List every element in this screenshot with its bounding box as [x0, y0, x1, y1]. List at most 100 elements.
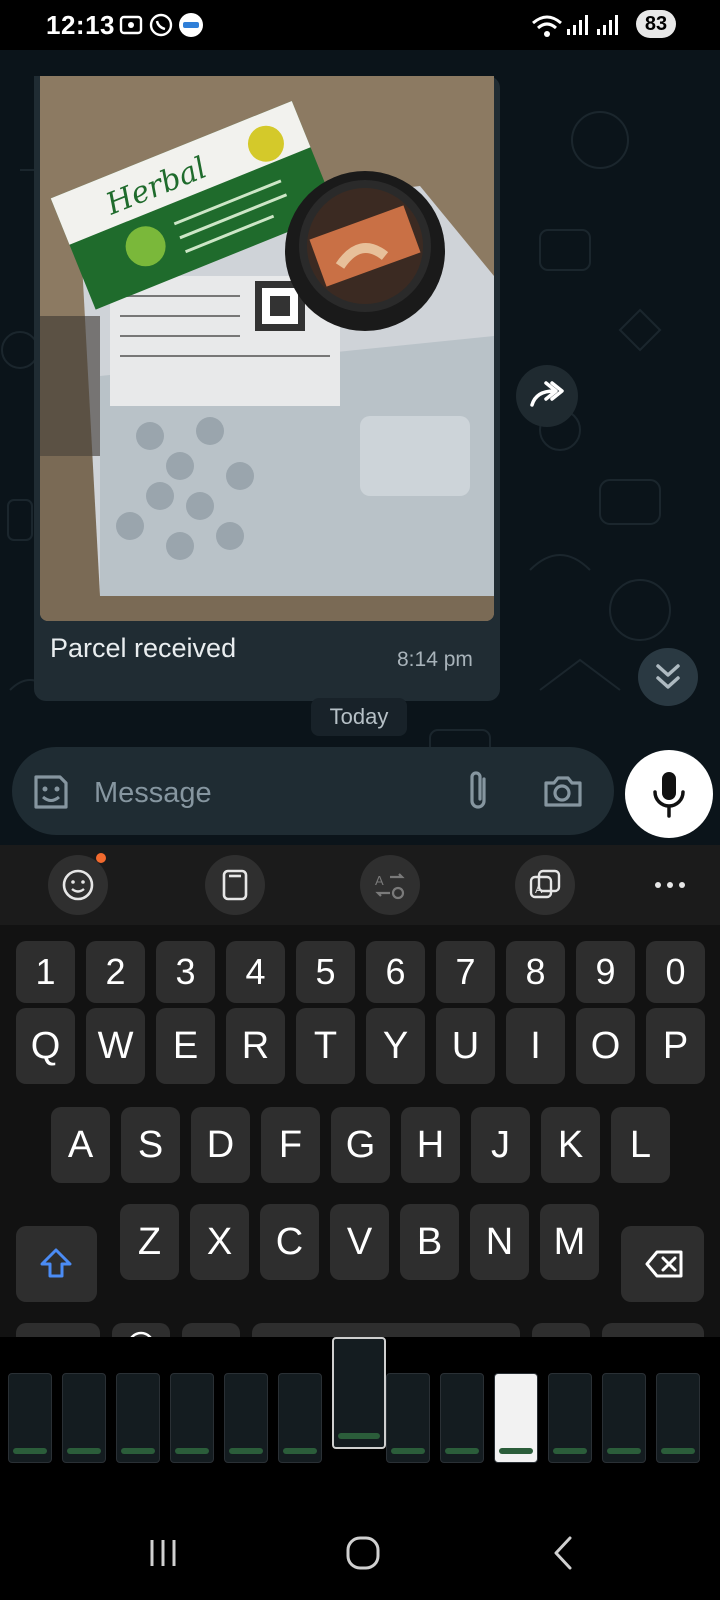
status-bar: 12:13 83: [0, 0, 720, 50]
scroll-down-button[interactable]: [638, 648, 698, 706]
message-caption: Parcel received: [50, 633, 237, 663]
key-4[interactable]: 4: [226, 941, 285, 1003]
chat-area[interactable]: Herbal Parcel received 8:14 pm Today: [0, 50, 720, 845]
voice-message-button[interactable]: [625, 750, 713, 838]
clock: 12:13: [46, 10, 115, 40]
back-icon[interactable]: [540, 1530, 586, 1576]
key-l[interactable]: L: [611, 1107, 670, 1183]
key-m[interactable]: M: [540, 1204, 599, 1280]
key-7[interactable]: 7: [436, 941, 495, 1003]
key-s[interactable]: S: [121, 1107, 180, 1183]
key-2[interactable]: 2: [86, 941, 145, 1003]
clipboard-icon: [222, 869, 248, 901]
key-i[interactable]: I: [506, 1008, 565, 1084]
key-n[interactable]: N: [470, 1204, 529, 1280]
thumbnail-composer-bar: [445, 1448, 479, 1454]
forward-icon: [530, 381, 564, 407]
symbols-key[interactable]: [16, 1323, 100, 1337]
camera-icon[interactable]: [540, 771, 584, 811]
key-h[interactable]: H: [401, 1107, 460, 1183]
recent-screen-thumbnail[interactable]: [332, 1337, 386, 1449]
recent-screen-thumbnail[interactable]: [170, 1373, 214, 1463]
svg-text:A: A: [535, 884, 543, 896]
key-v[interactable]: V: [330, 1204, 389, 1280]
space-key[interactable]: [252, 1323, 520, 1337]
shift-icon: [40, 1248, 72, 1278]
key-8[interactable]: 8: [506, 941, 565, 1003]
thumbnail-composer-bar: [121, 1448, 155, 1454]
key-e[interactable]: E: [156, 1008, 215, 1084]
period-key[interactable]: [532, 1323, 590, 1337]
enter-key[interactable]: [602, 1323, 704, 1337]
chevron-double-down-icon: [656, 664, 680, 689]
key-y[interactable]: Y: [366, 1008, 425, 1084]
key-j[interactable]: J: [471, 1107, 530, 1183]
key-5[interactable]: 5: [296, 941, 355, 1003]
recent-screen-thumbnail[interactable]: [386, 1373, 430, 1463]
translate-icon: A: [375, 873, 405, 900]
live-badge-icon: [179, 13, 203, 37]
recent-screen-thumbnail[interactable]: [62, 1373, 106, 1463]
sticker-icon[interactable]: [30, 771, 72, 813]
thumbnail-composer-bar: [283, 1448, 317, 1454]
message-timestamp: 8:14 pm: [397, 648, 473, 671]
date-separator: Today: [311, 698, 407, 736]
thumbnail-composer-bar: [338, 1433, 380, 1439]
recent-screen-thumbnail[interactable]: [8, 1373, 52, 1463]
recent-screen-thumbnail[interactable]: [440, 1373, 484, 1463]
key-w[interactable]: W: [86, 1008, 145, 1084]
recent-screen-thumbnail[interactable]: [494, 1373, 538, 1463]
recent-screen-thumbnail[interactable]: [278, 1373, 322, 1463]
navigation-bar: [0, 1510, 720, 1600]
message-photo[interactable]: Herbal: [40, 76, 494, 621]
recent-screen-thumbnail[interactable]: [602, 1373, 646, 1463]
thumbnail-composer-bar: [661, 1448, 695, 1454]
key-0[interactable]: 0: [646, 941, 705, 1003]
clipboard-button[interactable]: [205, 855, 265, 915]
emoji-button[interactable]: [48, 853, 108, 915]
microphone-icon: [653, 772, 685, 818]
key-o[interactable]: O: [576, 1008, 635, 1084]
home-icon[interactable]: [340, 1530, 386, 1576]
shift-key[interactable]: [16, 1226, 97, 1302]
key-1[interactable]: 1: [16, 941, 75, 1003]
key-x[interactable]: X: [190, 1204, 249, 1280]
message-input[interactable]: [92, 770, 446, 816]
notification-dot: [96, 853, 106, 863]
text-recognition-button[interactable]: A: [515, 855, 575, 915]
language-key[interactable]: [112, 1323, 170, 1337]
signal-icon: [567, 15, 588, 35]
recent-screen-thumbnail[interactable]: [116, 1373, 160, 1463]
translate-button[interactable]: A: [360, 855, 420, 915]
key-k[interactable]: K: [541, 1107, 600, 1183]
key-9[interactable]: 9: [576, 941, 635, 1003]
forward-button[interactable]: [516, 365, 578, 427]
key-u[interactable]: U: [436, 1008, 495, 1084]
key-a[interactable]: A: [51, 1107, 110, 1183]
comma-key[interactable]: [182, 1323, 240, 1337]
key-r[interactable]: R: [226, 1008, 285, 1084]
recent-screen-thumbnail[interactable]: [548, 1373, 592, 1463]
more-button[interactable]: [640, 855, 700, 915]
thumbnail-composer-bar: [391, 1448, 425, 1454]
thumbnail-composer-bar: [229, 1448, 263, 1454]
thumbnail-composer-bar: [175, 1448, 209, 1454]
attach-icon[interactable]: [460, 769, 496, 813]
key-z[interactable]: Z: [120, 1204, 179, 1280]
key-g[interactable]: G: [331, 1107, 390, 1183]
key-f[interactable]: F: [261, 1107, 320, 1183]
key-3[interactable]: 3: [156, 941, 215, 1003]
key-b[interactable]: B: [400, 1204, 459, 1280]
recent-screen-thumbnail[interactable]: [224, 1373, 268, 1463]
key-c[interactable]: C: [260, 1204, 319, 1280]
backspace-key[interactable]: [621, 1226, 704, 1302]
key-d[interactable]: D: [191, 1107, 250, 1183]
key-q[interactable]: Q: [16, 1008, 75, 1084]
key-6[interactable]: 6: [366, 941, 425, 1003]
recent-apps-icon[interactable]: [140, 1530, 186, 1576]
key-p[interactable]: P: [646, 1008, 705, 1084]
key-t[interactable]: T: [296, 1008, 355, 1084]
recent-screen-thumbnail[interactable]: [656, 1373, 700, 1463]
recent-screens-strip: [0, 1337, 720, 1510]
emoji-icon: [62, 869, 94, 901]
